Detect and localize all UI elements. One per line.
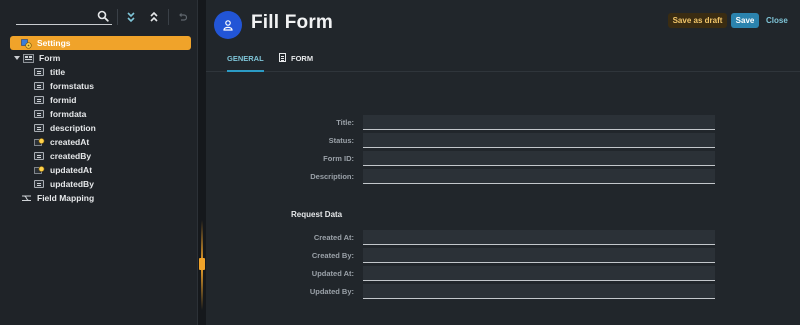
field-label: Status:	[328, 136, 354, 145]
field-icon	[34, 81, 45, 91]
tree-item-field[interactable]: formdata	[34, 107, 86, 121]
field-label: Updated By:	[309, 287, 354, 296]
left-panel: Settings Form title formstatus formid fo…	[0, 0, 198, 325]
form-row-title: Title:	[206, 115, 800, 131]
form-row-form-id: Form ID:	[206, 151, 800, 167]
tree-item-field[interactable]: updatedBy	[34, 177, 94, 191]
form-row-created-at: Created At:	[206, 230, 800, 246]
tab-label: GENERAL	[227, 54, 264, 63]
field-icon	[34, 151, 45, 161]
panel-splitter[interactable]	[199, 0, 205, 325]
updated-at-field[interactable]	[363, 266, 715, 281]
updated-by-field[interactable]	[363, 284, 715, 299]
tree-item-field-mapping[interactable]: Field Mapping	[21, 191, 94, 205]
tree-item-field[interactable]: updatedAt	[34, 163, 92, 177]
field-label: Description:	[310, 172, 354, 181]
tree-item-label: Settings	[37, 38, 71, 48]
collapse-all-button[interactable]	[147, 10, 161, 24]
search-input[interactable]	[16, 9, 94, 24]
tree-item-label: updatedBy	[50, 179, 94, 189]
tab-form[interactable]: FORM	[279, 53, 314, 72]
field-label: Created By:	[311, 251, 354, 260]
key-field-icon	[34, 137, 45, 147]
toolbar-divider	[168, 9, 169, 25]
chevron-down-icon[interactable]	[13, 54, 21, 62]
expand-all-icon	[127, 12, 135, 23]
search-icon[interactable]	[97, 10, 109, 22]
tree-item-field[interactable]: title	[34, 65, 65, 79]
field-label: Form ID:	[323, 154, 354, 163]
avatar	[214, 11, 242, 39]
form-row-created-by: Created By:	[206, 248, 800, 264]
document-icon	[279, 53, 286, 62]
tree-item-field[interactable]: createdBy	[34, 149, 91, 163]
tree-item-label: createdAt	[50, 137, 90, 147]
field-icon	[34, 109, 45, 119]
expand-all-button[interactable]	[124, 10, 138, 24]
main-panel: Fill Form Save as draft Save Close GENER…	[206, 0, 800, 325]
tree-item-label: formstatus	[50, 81, 94, 91]
title-field[interactable]	[363, 115, 715, 130]
form-row-status: Status:	[206, 133, 800, 149]
key-field-icon	[34, 165, 45, 175]
tab-bar: GENERAL FORM	[206, 46, 800, 72]
tree-item-settings[interactable]: Settings	[10, 36, 191, 50]
user-icon	[223, 20, 233, 31]
created-at-field[interactable]	[363, 230, 715, 245]
tree-item-label: createdBy	[50, 151, 92, 161]
tree-item-field[interactable]: formstatus	[34, 79, 94, 93]
tree-item-label: title	[50, 67, 66, 77]
tree-item-label: description	[50, 123, 96, 133]
collapse-all-icon	[150, 11, 158, 22]
form-row-updated-by: Updated By:	[206, 284, 800, 300]
field-icon	[34, 67, 45, 77]
form-row-description: Description:	[206, 169, 800, 185]
tree-toolbar	[0, 0, 198, 34]
status-field[interactable]	[363, 133, 715, 148]
tree-item-field[interactable]: formid	[34, 93, 76, 107]
tree-item-label: formdata	[50, 109, 87, 119]
undo-icon	[179, 13, 187, 21]
form-icon	[23, 53, 34, 63]
save-button[interactable]: Save	[731, 13, 759, 28]
created-by-field[interactable]	[363, 248, 715, 263]
tree-item-label: Field Mapping	[37, 193, 95, 203]
form-body: Title: Status: Form ID: Description: Req…	[206, 72, 800, 325]
splitter-grip[interactable]	[199, 258, 205, 270]
description-field[interactable]	[363, 169, 715, 184]
form-header: Fill Form Save as draft Save Close	[206, 0, 800, 46]
section-title-request-data: Request Data	[291, 210, 343, 219]
tree-item-form[interactable]: Form	[13, 51, 60, 65]
form-row-updated-at: Updated At:	[206, 266, 800, 282]
page-title: Fill Form	[251, 12, 334, 33]
tab-label: FORM	[291, 54, 314, 63]
tree-item-label: updatedAt	[50, 165, 93, 175]
field-label: Title:	[336, 118, 354, 127]
field-mapping-icon	[21, 194, 32, 203]
form-id-field[interactable]	[363, 151, 715, 166]
field-icon	[34, 179, 45, 189]
tree-item-label: formid	[50, 95, 77, 105]
save-as-draft-button[interactable]: Save as draft	[668, 13, 727, 28]
settings-icon	[21, 38, 32, 49]
toolbar-divider	[117, 9, 118, 25]
field-icon	[34, 123, 45, 133]
tab-general[interactable]: GENERAL	[227, 54, 264, 72]
field-label: Created At:	[313, 233, 354, 242]
search-box[interactable]	[16, 9, 112, 25]
undo-button[interactable]	[175, 10, 189, 24]
field-icon	[34, 95, 45, 105]
tree-item-field[interactable]: description	[34, 121, 96, 135]
field-label: Updated At:	[311, 269, 354, 278]
tree-item-label: Form	[39, 53, 61, 63]
tree-item-field[interactable]: createdAt	[34, 135, 89, 149]
close-button[interactable]: Close	[766, 13, 788, 28]
